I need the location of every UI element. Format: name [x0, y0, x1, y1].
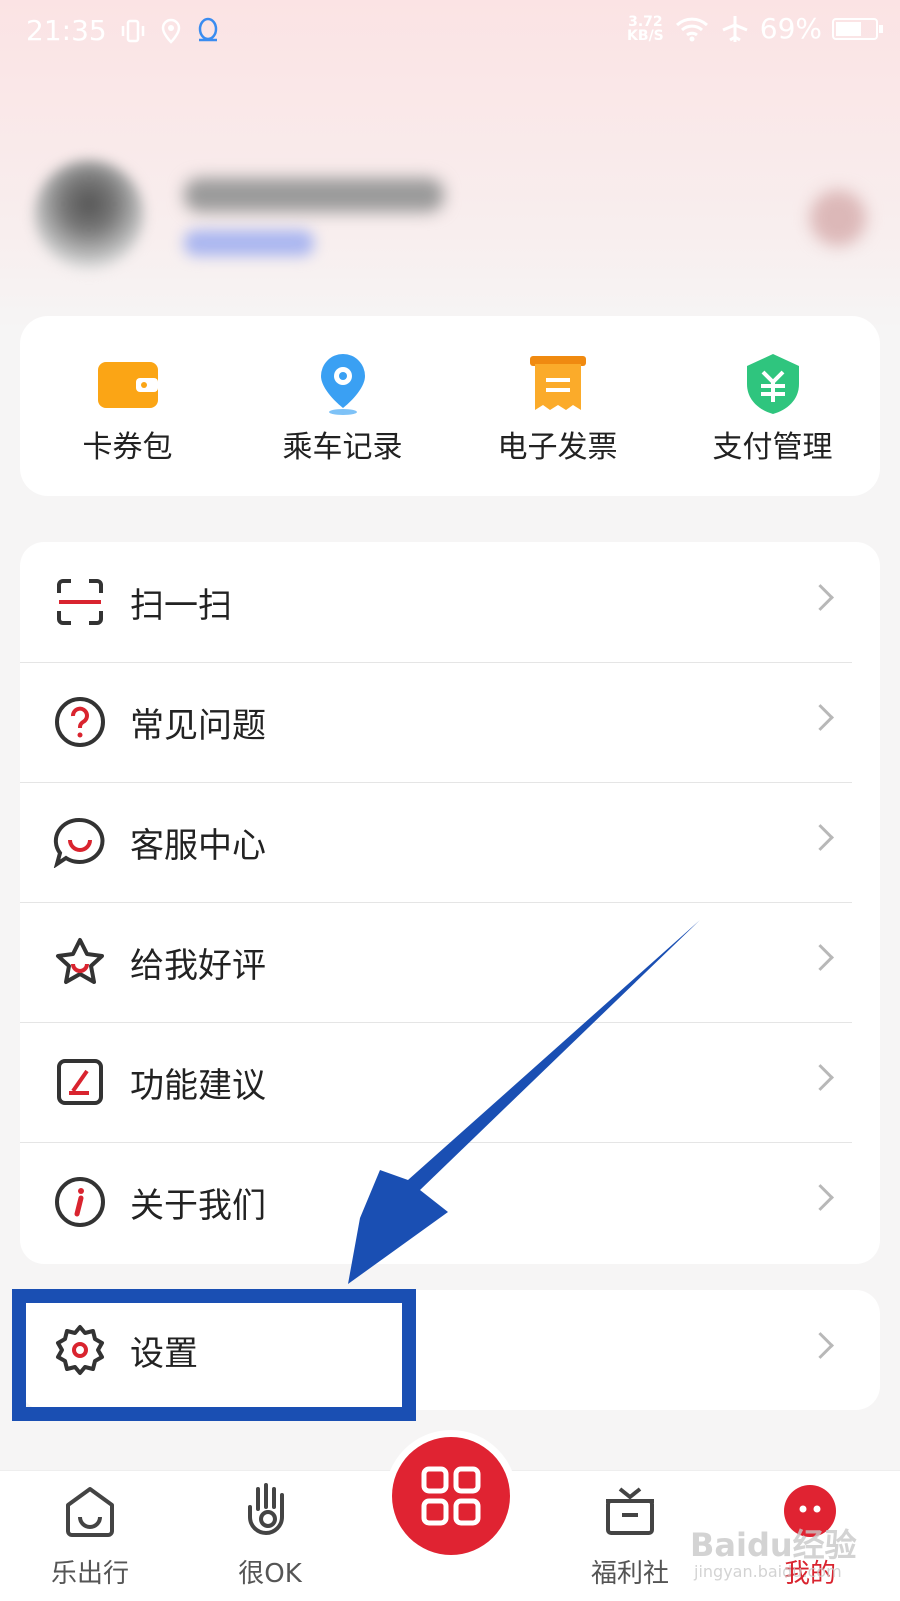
menu-item-faq[interactable]: 常见问题: [20, 662, 880, 782]
invoice-icon: [529, 356, 586, 410]
profile-side-button[interactable]: [810, 190, 866, 246]
airplane-mode-icon: [722, 15, 748, 42]
chevron-right-icon: [807, 1064, 834, 1091]
edit-icon: [52, 1054, 108, 1110]
question-icon: [52, 694, 108, 750]
scan-icon: [52, 574, 108, 630]
quick-action-e-invoice[interactable]: 电子发票: [450, 316, 665, 496]
gift-box-icon: [606, 1487, 654, 1535]
quick-action-payment[interactable]: 支付管理: [665, 316, 880, 496]
chevron-right-icon: [807, 1332, 834, 1359]
vibrate-icon: [121, 19, 144, 42]
menu-item-rate-us[interactable]: 给我好评: [20, 902, 880, 1022]
battery-percent: 69%: [759, 12, 822, 45]
customer-service-icon: [52, 814, 108, 870]
ok-hand-icon: [248, 1483, 284, 1535]
chevron-right-icon: [807, 824, 834, 851]
avatar[interactable]: [34, 160, 144, 270]
status-bar: 21:35 3.72 KB/S 69%: [0, 0, 900, 66]
payment-shield-icon: [746, 354, 799, 414]
center-scan-button[interactable]: [385, 1430, 517, 1562]
menu-item-feedback[interactable]: 功能建议: [20, 1022, 880, 1142]
quick-action-ride-history[interactable]: 乘车记录: [235, 316, 450, 496]
star-icon: [52, 934, 108, 990]
menu-item-customer-service[interactable]: 客服中心: [20, 782, 880, 902]
annotation-highlight-box: [12, 1289, 416, 1421]
tab-home[interactable]: 乐出行: [20, 1481, 160, 1590]
battery-icon: [832, 17, 883, 40]
home-icon: [66, 1487, 114, 1537]
menu-item-scan[interactable]: 扫一扫: [20, 542, 880, 662]
status-time: 21:35: [26, 14, 107, 47]
tab-very-ok[interactable]: 很OK: [200, 1481, 340, 1590]
watermark-url: jingyan.baidu.com: [694, 1562, 842, 1581]
menu-item-about[interactable]: 关于我们: [20, 1142, 880, 1262]
watermark-logo: Baidu经验: [690, 1526, 857, 1564]
wifi-icon: [675, 17, 708, 41]
menu-list: 扫一扫 常见问题 客服中心 给我好评 功能建议 关于我们: [20, 542, 880, 1264]
chevron-right-icon: [807, 704, 834, 731]
quick-action-coupons[interactable]: 卡券包: [20, 316, 235, 496]
qr-code-icon: [421, 1466, 481, 1526]
wallet-icon: [97, 362, 158, 408]
qq-icon: [198, 17, 217, 41]
location-icon: [161, 18, 180, 44]
user-tag-blurred: [184, 230, 314, 256]
chevron-right-icon: [807, 584, 834, 611]
profile-section[interactable]: [24, 150, 876, 280]
tab-welfare[interactable]: 福利社: [560, 1481, 700, 1590]
username-blurred: [184, 178, 444, 212]
info-icon: [52, 1174, 108, 1230]
quick-actions-card: 卡券包 乘车记录 电子发票 支付管理: [20, 316, 880, 496]
network-speed: 3.72 KB/S: [627, 13, 664, 44]
chevron-right-icon: [807, 944, 834, 971]
location-pin-icon: [320, 354, 365, 415]
chevron-right-icon: [807, 1184, 834, 1211]
